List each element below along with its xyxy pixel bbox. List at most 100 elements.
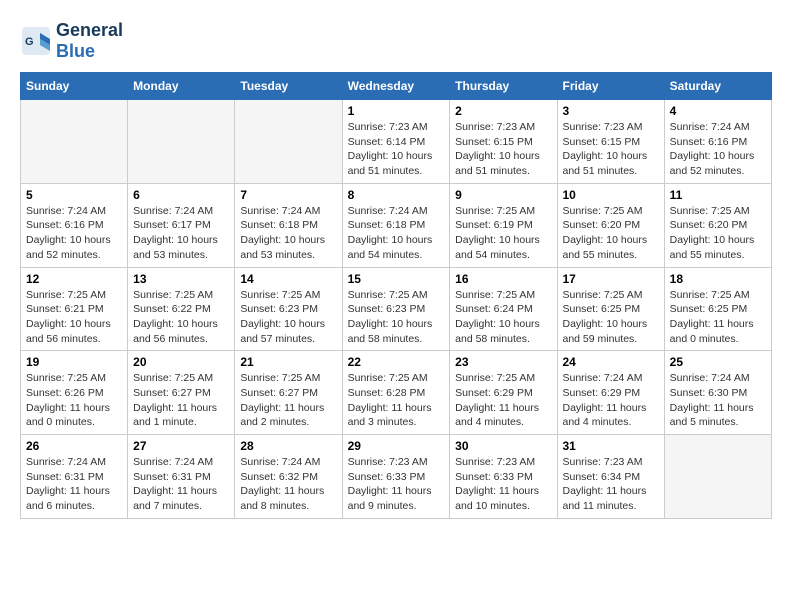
- calendar-cell: 5Sunrise: 7:24 AMSunset: 6:16 PMDaylight…: [21, 183, 128, 267]
- svg-text:G: G: [25, 36, 34, 48]
- calendar-cell: 16Sunrise: 7:25 AMSunset: 6:24 PMDayligh…: [450, 267, 557, 351]
- day-header-wednesday: Wednesday: [342, 73, 450, 100]
- calendar-cell: 22 Sunrise: 7:25 AMSunset: 6:28 PMDayligh…: [342, 351, 450, 435]
- day-header-thursday: Thursday: [450, 73, 557, 100]
- day-number: 23: [455, 355, 551, 369]
- day-info: Sunrise: 7:25 AMSunset: 6:23 PMDaylight:…: [348, 288, 445, 347]
- day-info: Sunrise: 7:23 AMSunset: 6:33 PMDaylight:…: [348, 455, 445, 514]
- day-number: 22: [348, 355, 445, 369]
- calendar-cell: [235, 100, 342, 184]
- day-number: 6: [133, 188, 229, 202]
- calendar-cell: 14 Sunrise: 7:25 AMSunset: 6:23 PMDayligh…: [235, 267, 342, 351]
- calendar-cell: 19 Sunrise: 7:25 AMSunset: 6:26 PMDayligh…: [21, 351, 128, 435]
- calendar-cell: 15 Sunrise: 7:25 AMSunset: 6:23 PMDayligh…: [342, 267, 450, 351]
- logo-text-general: General: [56, 20, 123, 40]
- day-number: 12: [26, 272, 122, 286]
- day-number: 29: [348, 439, 445, 453]
- calendar-week-1: 5Sunrise: 7:24 AMSunset: 6:16 PMDaylight…: [21, 183, 772, 267]
- calendar-cell: 6 Sunrise: 7:24 AMSunset: 6:17 PMDaylight…: [128, 183, 235, 267]
- day-number: 9: [455, 188, 551, 202]
- day-number: 26: [26, 439, 122, 453]
- calendar-cell: 30 Sunrise: 7:23 AMSunset: 6:33 PMDayligh…: [450, 435, 557, 519]
- day-info: Sunrise: 7:23 AMSunset: 6:15 PMDaylight:…: [455, 120, 551, 179]
- day-info: Sunrise: 7:24 AMSunset: 6:30 PMDaylight:…: [670, 371, 766, 430]
- calendar-table: SundayMondayTuesdayWednesdayThursdayFrid…: [20, 72, 772, 519]
- day-number: 8: [348, 188, 445, 202]
- day-info: Sunrise: 7:25 AMSunset: 6:26 PMDaylight:…: [26, 371, 122, 430]
- calendar-cell: 29 Sunrise: 7:23 AMSunset: 6:33 PMDayligh…: [342, 435, 450, 519]
- day-header-friday: Friday: [557, 73, 664, 100]
- day-number: 18: [670, 272, 766, 286]
- calendar-cell: 13Sunrise: 7:25 AMSunset: 6:22 PMDayligh…: [128, 267, 235, 351]
- calendar-cell: 1Sunrise: 7:23 AMSunset: 6:14 PMDaylight…: [342, 100, 450, 184]
- day-info: Sunrise: 7:25 AMSunset: 6:29 PMDaylight:…: [455, 371, 551, 430]
- day-number: 4: [670, 104, 766, 118]
- day-header-sunday: Sunday: [21, 73, 128, 100]
- calendar-week-0: 1Sunrise: 7:23 AMSunset: 6:14 PMDaylight…: [21, 100, 772, 184]
- calendar-cell: 8 Sunrise: 7:24 AMSunset: 6:18 PMDaylight…: [342, 183, 450, 267]
- day-info: Sunrise: 7:24 AMSunset: 6:31 PMDaylight:…: [133, 455, 229, 514]
- day-number: 25: [670, 355, 766, 369]
- day-number: 30: [455, 439, 551, 453]
- day-number: 14: [240, 272, 336, 286]
- calendar-cell: 20Sunrise: 7:25 AMSunset: 6:27 PMDayligh…: [128, 351, 235, 435]
- day-info: Sunrise: 7:23 AMSunset: 6:15 PMDaylight:…: [563, 120, 659, 179]
- day-number: 2: [455, 104, 551, 118]
- day-header-monday: Monday: [128, 73, 235, 100]
- day-number: 10: [563, 188, 659, 202]
- day-info: Sunrise: 7:25 AMSunset: 6:21 PMDaylight:…: [26, 288, 122, 347]
- day-info: Sunrise: 7:25 AMSunset: 6:25 PMDaylight:…: [670, 288, 766, 347]
- day-info: Sunrise: 7:25 AMSunset: 6:20 PMDaylight:…: [670, 204, 766, 263]
- calendar-cell: 2 Sunrise: 7:23 AMSunset: 6:15 PMDaylight…: [450, 100, 557, 184]
- day-number: 24: [563, 355, 659, 369]
- day-number: 19: [26, 355, 122, 369]
- calendar-cell: 31Sunrise: 7:23 AMSunset: 6:34 PMDayligh…: [557, 435, 664, 519]
- day-info: Sunrise: 7:23 AMSunset: 6:33 PMDaylight:…: [455, 455, 551, 514]
- day-info: Sunrise: 7:24 AMSunset: 6:18 PMDaylight:…: [240, 204, 336, 263]
- calendar-cell: 21Sunrise: 7:25 AMSunset: 6:27 PMDayligh…: [235, 351, 342, 435]
- calendar-cell: [21, 100, 128, 184]
- day-info: Sunrise: 7:25 AMSunset: 6:22 PMDaylight:…: [133, 288, 229, 347]
- calendar-cell: 12 Sunrise: 7:25 AMSunset: 6:21 PMDayligh…: [21, 267, 128, 351]
- day-info: Sunrise: 7:25 AMSunset: 6:19 PMDaylight:…: [455, 204, 551, 263]
- day-info: Sunrise: 7:24 AMSunset: 6:18 PMDaylight:…: [348, 204, 445, 263]
- day-header-tuesday: Tuesday: [235, 73, 342, 100]
- calendar-cell: 23 Sunrise: 7:25 AMSunset: 6:29 PMDayligh…: [450, 351, 557, 435]
- day-info: Sunrise: 7:25 AMSunset: 6:24 PMDaylight:…: [455, 288, 551, 347]
- day-info: Sunrise: 7:23 AMSunset: 6:34 PMDaylight:…: [563, 455, 659, 514]
- day-number: 15: [348, 272, 445, 286]
- day-info: Sunrise: 7:25 AMSunset: 6:27 PMDaylight:…: [240, 371, 336, 430]
- day-info: Sunrise: 7:25 AMSunset: 6:28 PMDaylight:…: [348, 371, 445, 430]
- calendar-cell: 26 Sunrise: 7:24 AMSunset: 6:31 PMDayligh…: [21, 435, 128, 519]
- calendar-cell: 27 Sunrise: 7:24 AMSunset: 6:31 PMDayligh…: [128, 435, 235, 519]
- day-info: Sunrise: 7:24 AMSunset: 6:29 PMDaylight:…: [563, 371, 659, 430]
- calendar-week-2: 12 Sunrise: 7:25 AMSunset: 6:21 PMDayligh…: [21, 267, 772, 351]
- day-info: Sunrise: 7:24 AMSunset: 6:16 PMDaylight:…: [26, 204, 122, 263]
- day-number: 3: [563, 104, 659, 118]
- day-number: 1: [348, 104, 445, 118]
- logo-icon: G: [20, 25, 52, 57]
- calendar-cell: 7 Sunrise: 7:24 AMSunset: 6:18 PMDaylight…: [235, 183, 342, 267]
- calendar-cell: 17Sunrise: 7:25 AMSunset: 6:25 PMDayligh…: [557, 267, 664, 351]
- calendar-cell: 18 Sunrise: 7:25 AMSunset: 6:25 PMDayligh…: [664, 267, 771, 351]
- day-info: Sunrise: 7:25 AMSunset: 6:25 PMDaylight:…: [563, 288, 659, 347]
- calendar-cell: [128, 100, 235, 184]
- day-info: Sunrise: 7:24 AMSunset: 6:16 PMDaylight:…: [670, 120, 766, 179]
- calendar-cell: 4 Sunrise: 7:24 AMSunset: 6:16 PMDaylight…: [664, 100, 771, 184]
- day-number: 7: [240, 188, 336, 202]
- day-info: Sunrise: 7:24 AMSunset: 6:31 PMDaylight:…: [26, 455, 122, 514]
- calendar-cell: 25 Sunrise: 7:24 AMSunset: 6:30 PMDayligh…: [664, 351, 771, 435]
- logo: G General Blue: [20, 20, 123, 62]
- day-info: Sunrise: 7:24 AMSunset: 6:32 PMDaylight:…: [240, 455, 336, 514]
- day-info: Sunrise: 7:25 AMSunset: 6:20 PMDaylight:…: [563, 204, 659, 263]
- day-header-saturday: Saturday: [664, 73, 771, 100]
- day-number: 27: [133, 439, 229, 453]
- calendar-cell: 24 Sunrise: 7:24 AMSunset: 6:29 PMDayligh…: [557, 351, 664, 435]
- calendar-week-3: 19 Sunrise: 7:25 AMSunset: 6:26 PMDayligh…: [21, 351, 772, 435]
- day-info: Sunrise: 7:24 AMSunset: 6:17 PMDaylight:…: [133, 204, 229, 263]
- calendar-week-4: 26 Sunrise: 7:24 AMSunset: 6:31 PMDayligh…: [21, 435, 772, 519]
- day-number: 11: [670, 188, 766, 202]
- day-info: Sunrise: 7:25 AMSunset: 6:23 PMDaylight:…: [240, 288, 336, 347]
- logo-text-blue: Blue: [56, 41, 95, 61]
- page-header: G General Blue: [20, 20, 772, 62]
